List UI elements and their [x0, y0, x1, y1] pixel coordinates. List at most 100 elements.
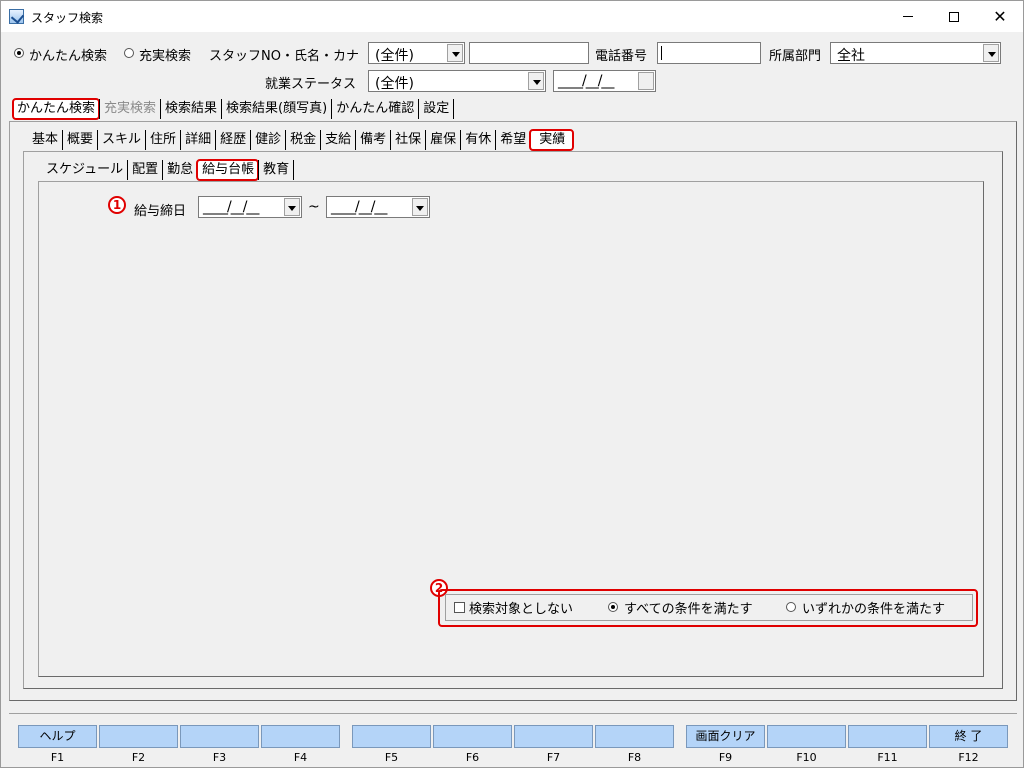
staff-combo-value: (全件)	[375, 48, 414, 64]
tab-full-search[interactable]: 充実検索	[99, 99, 160, 119]
sub-tab-row: 基本 概要 スキル 住所 詳細 経歴 健診 税金 支給 備考 社保 雇保 有休 …	[28, 129, 575, 151]
f5-button[interactable]	[352, 725, 431, 748]
tab-skill[interactable]: スキル	[97, 130, 145, 150]
window-title: スタッフ検索	[31, 11, 104, 25]
all-conditions-label[interactable]: すべての条件を満たす	[624, 598, 753, 617]
tab-notes[interactable]: 備考	[355, 130, 390, 150]
f11-key-label: F11	[877, 751, 898, 764]
tab-social-insurance[interactable]: 社保	[390, 130, 425, 150]
tab-simple-check[interactable]: かんたん確認	[331, 99, 418, 119]
f4-key-label: F4	[293, 751, 308, 764]
app-window: スタッフ検索 ✕ かんたん検索 充実検索 スタッフNO・氏名・カナ (全件) 電…	[0, 0, 1024, 768]
f12-key-label: F12	[958, 751, 979, 764]
f7-key-label: F7	[546, 751, 561, 764]
pay-date-from-value: ____/__/__	[203, 199, 259, 215]
exclude-checkbox[interactable]	[454, 602, 465, 613]
f3-button[interactable]	[180, 725, 259, 748]
mode-simple-radio[interactable]	[14, 48, 24, 58]
dept-label: 所属部門	[769, 49, 822, 64]
tab-overview[interactable]: 概要	[62, 130, 97, 150]
tab-tax[interactable]: 税金	[285, 130, 320, 150]
f4-button[interactable]	[261, 725, 340, 748]
tab-basic[interactable]: 基本	[28, 130, 62, 150]
app-icon	[9, 9, 24, 24]
sub-sub-tab-row: スケジュール 配置 勤怠 給与台帳 教育	[42, 159, 295, 181]
f12-exit-button[interactable]: 終 了	[929, 725, 1008, 748]
f10-key-label: F10	[796, 751, 817, 764]
dept-combo-value: 全社	[837, 48, 865, 64]
tab-settings[interactable]: 設定	[418, 99, 455, 119]
dept-combo[interactable]: 全社	[830, 42, 1001, 64]
f10-button[interactable]	[767, 725, 846, 748]
tab-detail[interactable]: 詳細	[180, 130, 215, 150]
tab-simple-search[interactable]: かんたん検索	[11, 98, 101, 120]
phone-input[interactable]	[657, 42, 761, 64]
range-tilde: ~	[308, 199, 320, 215]
tab-attendance[interactable]: 勤怠	[162, 160, 197, 180]
main-tab-row: かんたん検索 充実検索 検索結果 検索結果(顔写真) かんたん確認 設定	[11, 98, 455, 120]
mode-simple-label[interactable]: かんたん検索	[29, 45, 107, 64]
tab-schedule[interactable]: スケジュール	[42, 160, 127, 180]
staff-label: スタッフNO・氏名・カナ	[209, 49, 359, 64]
chevron-down-icon[interactable]	[284, 198, 300, 216]
staff-search-input[interactable]	[469, 42, 589, 64]
f2-button[interactable]	[99, 725, 178, 748]
f1-key-label: F1	[50, 751, 65, 764]
tab-payroll-ledger[interactable]: 給与台帳	[196, 159, 260, 181]
pay-date-to-value: ____/__/__	[331, 199, 387, 215]
f1-help-button[interactable]: ヘルプ	[18, 725, 97, 748]
pay-date-from-input[interactable]: ____/__/__	[198, 196, 302, 218]
f6-button[interactable]	[433, 725, 512, 748]
close-icon: ✕	[993, 7, 1007, 26]
any-condition-label[interactable]: いずれかの条件を満たす	[802, 598, 945, 617]
marker-1: 1	[108, 196, 126, 214]
staff-combo[interactable]: (全件)	[368, 42, 465, 64]
tab-results-record[interactable]: 実績	[529, 129, 575, 151]
f5-key-label: F5	[384, 751, 399, 764]
f6-key-label: F6	[465, 751, 480, 764]
title-bar: スタッフ検索 ✕	[1, 1, 1023, 32]
minimize-icon	[903, 16, 913, 17]
minimize-button[interactable]	[885, 1, 931, 32]
f11-button[interactable]	[848, 725, 927, 748]
f8-key-label: F8	[627, 751, 642, 764]
tab-health[interactable]: 健診	[250, 130, 285, 150]
exclude-label[interactable]: 検索対象としない	[469, 598, 573, 617]
chevron-down-icon[interactable]	[412, 198, 428, 216]
chevron-down-icon[interactable]	[983, 44, 999, 62]
status-combo[interactable]: (全件)	[368, 70, 546, 92]
tab-paid-leave[interactable]: 有休	[460, 130, 495, 150]
f9-clear-button[interactable]: 画面クリア	[686, 725, 765, 748]
f7-button[interactable]	[514, 725, 593, 748]
status-label: 就業ステータス	[265, 77, 357, 92]
close-button[interactable]: ✕	[977, 1, 1023, 32]
tab-wish[interactable]: 希望	[495, 130, 530, 150]
mode-full-radio[interactable]	[124, 48, 134, 58]
pay-date-to-input[interactable]: ____/__/__	[326, 196, 430, 218]
status-date-input[interactable]: ____/__/__	[553, 70, 656, 92]
status-date-value: ____/__/__	[558, 73, 614, 89]
tab-results-photo[interactable]: 検索結果(顔写真)	[221, 99, 331, 119]
f3-key-label: F3	[212, 751, 227, 764]
chevron-down-icon[interactable]	[447, 44, 463, 62]
tab-career[interactable]: 経歴	[215, 130, 250, 150]
maximize-icon	[949, 11, 959, 22]
phone-label: 電話番号	[595, 49, 648, 64]
tab-employment-insurance[interactable]: 雇保	[425, 130, 460, 150]
tab-payment[interactable]: 支給	[320, 130, 355, 150]
mode-full-label[interactable]: 充実検索	[139, 45, 191, 64]
f9-key-label: F9	[718, 751, 733, 764]
chevron-down-icon[interactable]	[528, 72, 544, 90]
tab-address[interactable]: 住所	[145, 130, 180, 150]
f8-button[interactable]	[595, 725, 674, 748]
function-key-bar: ヘルプ 画面クリア 終 了 F1 F2 F3 F4 F5 F6 F7 F8 F9…	[9, 713, 1017, 765]
chevron-down-icon[interactable]	[638, 72, 654, 90]
tab-assignment[interactable]: 配置	[127, 160, 162, 180]
maximize-button[interactable]	[931, 1, 977, 32]
text-cursor	[661, 46, 662, 60]
f2-key-label: F2	[131, 751, 146, 764]
tab-results[interactable]: 検索結果	[160, 99, 221, 119]
any-condition-radio[interactable]	[786, 602, 796, 612]
tab-education[interactable]: 教育	[258, 160, 295, 180]
all-conditions-radio[interactable]	[608, 602, 618, 612]
